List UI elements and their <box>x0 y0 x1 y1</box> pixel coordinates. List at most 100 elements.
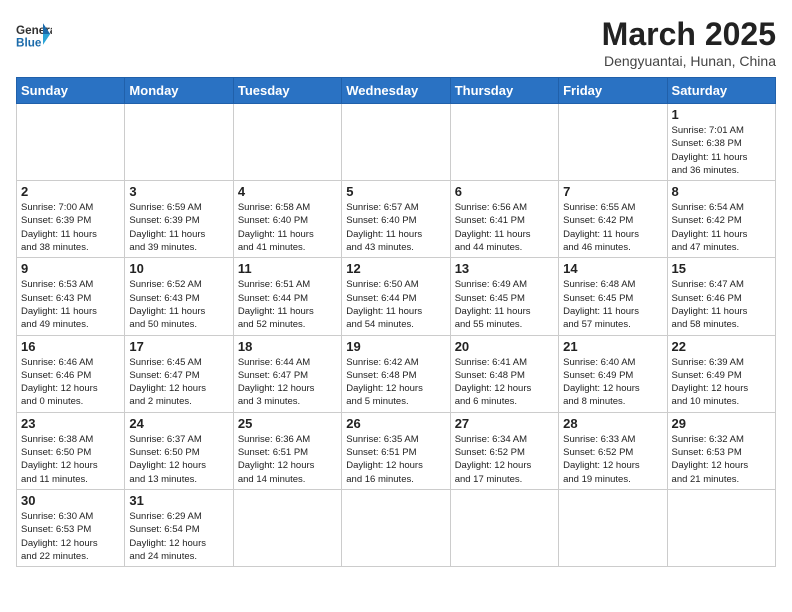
day-number: 27 <box>455 416 554 431</box>
subtitle: Dengyuantai, Hunan, China <box>602 53 776 69</box>
day-info: Sunrise: 6:47 AM Sunset: 6:46 PM Dayligh… <box>672 278 771 331</box>
day-cell: 17 Sunrise: 6:45 AM Sunset: 6:47 PM Dayli… <box>125 335 233 412</box>
day-cell <box>559 489 667 566</box>
day-number: 25 <box>238 416 337 431</box>
day-info: Sunrise: 6:59 AM Sunset: 6:39 PM Dayligh… <box>129 201 228 254</box>
week-row-5: 23 Sunrise: 6:38 AM Sunset: 6:50 PM Dayli… <box>17 412 776 489</box>
day-cell: 26 Sunrise: 6:35 AM Sunset: 6:51 PM Dayli… <box>342 412 450 489</box>
weekday-tuesday: Tuesday <box>233 78 341 104</box>
month-title: March 2025 <box>602 16 776 53</box>
day-number: 13 <box>455 261 554 276</box>
day-info: Sunrise: 6:49 AM Sunset: 6:45 PM Dayligh… <box>455 278 554 331</box>
day-cell <box>233 489 341 566</box>
day-cell: 6 Sunrise: 6:56 AM Sunset: 6:41 PM Daylig… <box>450 181 558 258</box>
day-cell: 19 Sunrise: 6:42 AM Sunset: 6:48 PM Dayli… <box>342 335 450 412</box>
calendar: SundayMondayTuesdayWednesdayThursdayFrid… <box>16 77 776 567</box>
day-info: Sunrise: 6:44 AM Sunset: 6:47 PM Dayligh… <box>238 356 337 409</box>
day-number: 7 <box>563 184 662 199</box>
day-info: Sunrise: 6:35 AM Sunset: 6:51 PM Dayligh… <box>346 433 445 486</box>
day-number: 15 <box>672 261 771 276</box>
day-number: 5 <box>346 184 445 199</box>
day-number: 26 <box>346 416 445 431</box>
day-info: Sunrise: 6:42 AM Sunset: 6:48 PM Dayligh… <box>346 356 445 409</box>
day-cell: 5 Sunrise: 6:57 AM Sunset: 6:40 PM Daylig… <box>342 181 450 258</box>
day-number: 23 <box>21 416 120 431</box>
day-info: Sunrise: 6:58 AM Sunset: 6:40 PM Dayligh… <box>238 201 337 254</box>
day-cell: 4 Sunrise: 6:58 AM Sunset: 6:40 PM Daylig… <box>233 181 341 258</box>
day-cell: 24Sunrise: 6:37 AM Sunset: 6:50 PM Dayli… <box>125 412 233 489</box>
day-info: Sunrise: 6:56 AM Sunset: 6:41 PM Dayligh… <box>455 201 554 254</box>
day-info: Sunrise: 6:29 AM Sunset: 6:54 PM Dayligh… <box>129 510 228 563</box>
logo: General Blue <box>16 16 52 52</box>
day-cell: 11Sunrise: 6:51 AM Sunset: 6:44 PM Dayli… <box>233 258 341 335</box>
day-info: Sunrise: 7:01 AM Sunset: 6:38 PM Dayligh… <box>672 124 771 177</box>
weekday-monday: Monday <box>125 78 233 104</box>
weekday-sunday: Sunday <box>17 78 125 104</box>
week-row-4: 16Sunrise: 6:46 AM Sunset: 6:46 PM Dayli… <box>17 335 776 412</box>
week-row-1: 1Sunrise: 7:01 AM Sunset: 6:38 PM Daylig… <box>17 104 776 181</box>
weekday-thursday: Thursday <box>450 78 558 104</box>
day-number: 2 <box>21 184 120 199</box>
day-info: Sunrise: 6:53 AM Sunset: 6:43 PM Dayligh… <box>21 278 120 331</box>
day-number: 12 <box>346 261 445 276</box>
page-header: General Blue March 2025 Dengyuantai, Hun… <box>16 16 776 69</box>
day-cell <box>125 104 233 181</box>
day-cell: 3 Sunrise: 6:59 AM Sunset: 6:39 PM Daylig… <box>125 181 233 258</box>
day-number: 4 <box>238 184 337 199</box>
day-info: Sunrise: 6:55 AM Sunset: 6:42 PM Dayligh… <box>563 201 662 254</box>
day-cell: 2Sunrise: 7:00 AM Sunset: 6:39 PM Daylig… <box>17 181 125 258</box>
day-number: 22 <box>672 339 771 354</box>
day-cell <box>342 489 450 566</box>
day-cell <box>233 104 341 181</box>
weekday-header-row: SundayMondayTuesdayWednesdayThursdayFrid… <box>17 78 776 104</box>
day-info: Sunrise: 6:45 AM Sunset: 6:47 PM Dayligh… <box>129 356 228 409</box>
day-info: Sunrise: 6:41 AM Sunset: 6:48 PM Dayligh… <box>455 356 554 409</box>
day-cell <box>450 104 558 181</box>
day-cell: 25Sunrise: 6:36 AM Sunset: 6:51 PM Dayli… <box>233 412 341 489</box>
weekday-wednesday: Wednesday <box>342 78 450 104</box>
day-number: 6 <box>455 184 554 199</box>
week-row-6: 30 Sunrise: 6:30 AM Sunset: 6:53 PM Dayli… <box>17 489 776 566</box>
day-info: Sunrise: 6:34 AM Sunset: 6:52 PM Dayligh… <box>455 433 554 486</box>
day-number: 3 <box>129 184 228 199</box>
day-info: Sunrise: 6:54 AM Sunset: 6:42 PM Dayligh… <box>672 201 771 254</box>
day-number: 17 <box>129 339 228 354</box>
title-block: March 2025 Dengyuantai, Hunan, China <box>602 16 776 69</box>
day-info: Sunrise: 6:46 AM Sunset: 6:46 PM Dayligh… <box>21 356 120 409</box>
day-cell: 27 Sunrise: 6:34 AM Sunset: 6:52 PM Dayli… <box>450 412 558 489</box>
weekday-saturday: Saturday <box>667 78 775 104</box>
day-cell: 29Sunrise: 6:32 AM Sunset: 6:53 PM Dayli… <box>667 412 775 489</box>
day-number: 28 <box>563 416 662 431</box>
day-info: Sunrise: 6:52 AM Sunset: 6:43 PM Dayligh… <box>129 278 228 331</box>
day-cell <box>342 104 450 181</box>
day-cell: 21 Sunrise: 6:40 AM Sunset: 6:49 PM Dayli… <box>559 335 667 412</box>
day-number: 10 <box>129 261 228 276</box>
day-cell: 13 Sunrise: 6:49 AM Sunset: 6:45 PM Dayli… <box>450 258 558 335</box>
day-cell: 1Sunrise: 7:01 AM Sunset: 6:38 PM Daylig… <box>667 104 775 181</box>
day-info: Sunrise: 6:57 AM Sunset: 6:40 PM Dayligh… <box>346 201 445 254</box>
day-info: Sunrise: 6:32 AM Sunset: 6:53 PM Dayligh… <box>672 433 771 486</box>
day-cell: 18 Sunrise: 6:44 AM Sunset: 6:47 PM Dayli… <box>233 335 341 412</box>
day-info: Sunrise: 6:51 AM Sunset: 6:44 PM Dayligh… <box>238 278 337 331</box>
day-cell: 9Sunrise: 6:53 AM Sunset: 6:43 PM Daylig… <box>17 258 125 335</box>
day-cell <box>667 489 775 566</box>
day-cell: 20Sunrise: 6:41 AM Sunset: 6:48 PM Dayli… <box>450 335 558 412</box>
day-cell: 16Sunrise: 6:46 AM Sunset: 6:46 PM Dayli… <box>17 335 125 412</box>
day-info: Sunrise: 6:33 AM Sunset: 6:52 PM Dayligh… <box>563 433 662 486</box>
day-number: 30 <box>21 493 120 508</box>
day-cell <box>17 104 125 181</box>
day-info: Sunrise: 6:38 AM Sunset: 6:50 PM Dayligh… <box>21 433 120 486</box>
day-info: Sunrise: 6:30 AM Sunset: 6:53 PM Dayligh… <box>21 510 120 563</box>
weekday-friday: Friday <box>559 78 667 104</box>
week-row-3: 9Sunrise: 6:53 AM Sunset: 6:43 PM Daylig… <box>17 258 776 335</box>
day-cell: 7 Sunrise: 6:55 AM Sunset: 6:42 PM Daylig… <box>559 181 667 258</box>
day-number: 19 <box>346 339 445 354</box>
day-number: 21 <box>563 339 662 354</box>
day-info: Sunrise: 6:40 AM Sunset: 6:49 PM Dayligh… <box>563 356 662 409</box>
day-info: Sunrise: 6:50 AM Sunset: 6:44 PM Dayligh… <box>346 278 445 331</box>
day-cell: 12 Sunrise: 6:50 AM Sunset: 6:44 PM Dayli… <box>342 258 450 335</box>
day-number: 18 <box>238 339 337 354</box>
day-number: 14 <box>563 261 662 276</box>
day-cell: 28 Sunrise: 6:33 AM Sunset: 6:52 PM Dayli… <box>559 412 667 489</box>
day-cell: 31Sunrise: 6:29 AM Sunset: 6:54 PM Dayli… <box>125 489 233 566</box>
